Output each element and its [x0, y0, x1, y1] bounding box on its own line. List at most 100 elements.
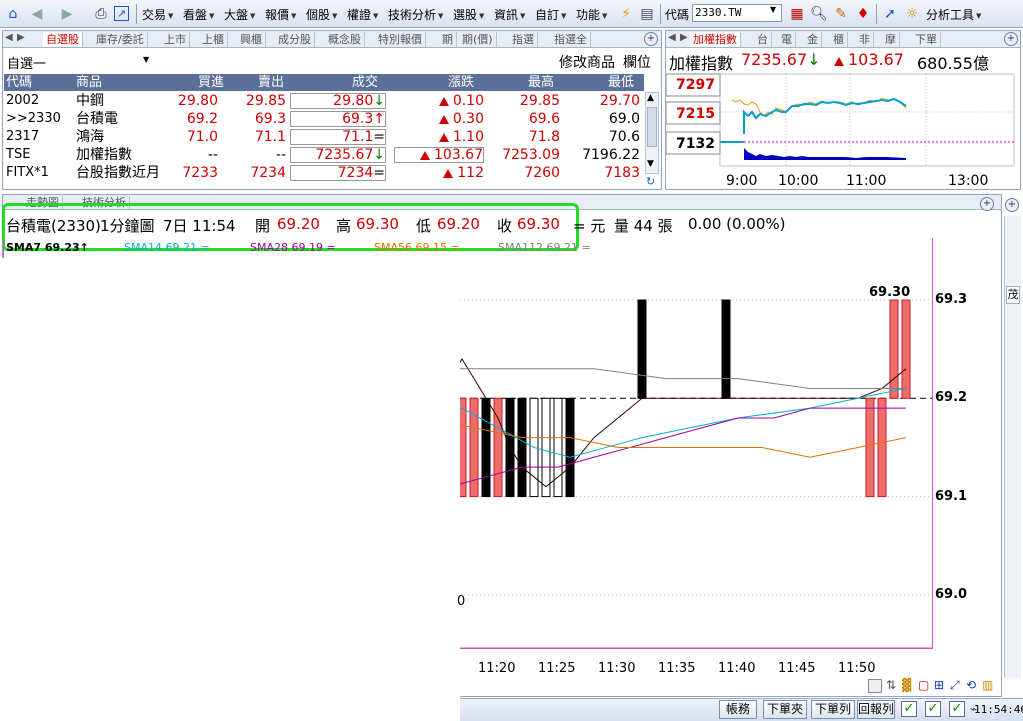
tab-order[interactable]: 下單 — [912, 32, 941, 47]
tab-scroll-right-icon[interactable]: ▶ — [17, 32, 25, 43]
checkbox-3[interactable]: ✓ — [949, 701, 965, 717]
group-name[interactable]: 自選一 — [7, 53, 46, 72]
header-last[interactable]: 成交 — [352, 74, 378, 91]
back-arrow-icon[interactable]: ◀ — [28, 5, 46, 23]
menu-custom[interactable]: 自訂 ▼ — [535, 6, 566, 23]
menu-market[interactable]: 大盤 ▼ — [224, 6, 255, 23]
alert-icon[interactable]: ♦ — [854, 5, 872, 23]
table-row[interactable]: 2317 鴻海 71.0 71.1 71.1= 1.10 71.8 70.6 — [4, 128, 644, 146]
columns-button[interactable]: 欄位 — [623, 52, 651, 72]
expand-icon[interactable]: ⤢ — [950, 678, 960, 693]
tab-emerging[interactable]: 興櫃 — [237, 32, 266, 47]
table-row[interactable]: FITX*1 台股指數近月 7233 7234 7234= 112 7260 7183 — [4, 164, 644, 182]
zoom-in-icon[interactable]: + — [1005, 198, 1019, 212]
printer-icon[interactable]: ⎙ — [92, 5, 110, 23]
home-icon[interactable]: ⌂ — [4, 5, 22, 23]
tab-tw[interactable]: 台 — [754, 32, 772, 47]
lightning-icon[interactable]: ⚡ — [617, 5, 635, 23]
row-ask: 69.3 — [254, 111, 286, 127]
header-change[interactable]: 漲跌 — [448, 74, 474, 91]
chevron-down-icon[interactable]: ▼ — [143, 55, 149, 64]
menu-quote[interactable]: 報價 ▼ — [265, 6, 296, 23]
tab-watchlist[interactable]: 自選股 — [43, 32, 83, 47]
scroll-thumb[interactable] — [647, 107, 657, 147]
tab-electronics[interactable]: 電 — [778, 32, 796, 47]
cursor-icon[interactable]: ➚ — [881, 5, 899, 23]
order-folder-button[interactable]: 下單夾 — [763, 700, 807, 719]
header-bid[interactable]: 買進 — [198, 74, 224, 91]
scroll-box-icon[interactable] — [868, 679, 882, 693]
header-low[interactable]: 最低 — [608, 74, 634, 91]
chevron-down-icon[interactable]: ▼ — [770, 5, 776, 14]
popout-icon[interactable]: ↗ — [114, 6, 129, 21]
candle-bar — [481, 397, 491, 498]
tab-futures-price[interactable]: 期(價) — [459, 32, 497, 47]
undo-icon[interactable]: ⟲ — [966, 678, 976, 692]
menu-function[interactable]: 功能 ▼ — [576, 6, 607, 23]
stock-code-input[interactable]: 2330.TW — [692, 4, 782, 22]
header-ask[interactable]: 賣出 — [258, 74, 284, 91]
note-icon[interactable]: ▤ — [638, 5, 656, 23]
chart-vertical-scrollbar[interactable]: 茂 — [1004, 216, 1021, 678]
tab-finance[interactable]: 金 — [804, 32, 822, 47]
header-code[interactable]: 代碼 — [6, 74, 32, 91]
layout-icon[interactable]: ⊞ — [934, 678, 944, 692]
checkbox-2[interactable]: ✓ — [925, 701, 941, 717]
tab-scroll-left-icon[interactable]: ◀ — [5, 32, 13, 43]
tab-futures[interactable]: 期 — [439, 32, 457, 47]
checkbox-1[interactable]: ✓ — [901, 701, 917, 717]
tab-otc-index[interactable]: 櫃 — [830, 32, 848, 47]
tab-special-quote[interactable]: 特別報價 — [375, 32, 426, 47]
menu-warrant[interactable]: 權證 ▼ — [347, 6, 378, 23]
calculator-icon[interactable]: ▦ — [788, 5, 806, 23]
frame-icon[interactable]: ▢ — [918, 678, 929, 692]
menu-stock[interactable]: 個股 ▼ — [306, 6, 337, 23]
tab-otc[interactable]: 上櫃 — [199, 32, 228, 47]
menu-screener[interactable]: 選股 ▼ — [453, 6, 484, 23]
tab-scroll-left-icon[interactable]: ◀ — [668, 32, 676, 43]
report-bar-button[interactable]: 回報列 — [857, 700, 895, 719]
header-name[interactable]: 商品 — [76, 74, 102, 91]
account-button[interactable]: 帳務 — [719, 700, 757, 719]
analysis-icon[interactable]: ☼ — [903, 5, 921, 23]
refresh-icon[interactable]: ↻ — [646, 175, 655, 188]
tab-index-options-all[interactable]: 指選全 — [551, 32, 591, 47]
menu-trade[interactable]: 交易 ▼ — [142, 6, 173, 23]
row-bid: 7233 — [182, 165, 218, 181]
menu-technical[interactable]: 技術分析 ▼ — [388, 6, 443, 23]
tab-components[interactable]: 成分股 — [275, 32, 315, 47]
order-bar-button[interactable]: 下單列 — [811, 700, 855, 719]
tab-concept[interactable]: 概念股 — [325, 32, 365, 47]
zoom-in-icon[interactable]: + — [980, 197, 994, 211]
candle-bar — [460, 397, 467, 498]
tab-msci[interactable]: 摩 — [882, 32, 900, 47]
row-change: 103.67 — [394, 147, 484, 163]
tools-icon[interactable]: ✎ — [832, 5, 850, 23]
bars-icon[interactable]: ▥ — [982, 678, 993, 692]
zoom-in-icon[interactable]: + — [644, 32, 658, 46]
menu-analysis-tools[interactable]: 分析工具 ▼ — [926, 6, 981, 23]
scroll-thumb[interactable]: 茂 — [1006, 286, 1020, 304]
scroll-up-icon[interactable]: ▲ — [647, 93, 654, 103]
sort-icon[interactable]: ⇅ — [886, 678, 896, 692]
table-row[interactable]: 2002 中鋼 29.80 29.85 29.80↓ 0.10 29.85 29.70 — [4, 92, 644, 110]
chart-icon[interactable]: ▓ — [902, 678, 911, 692]
tab-taiex[interactable]: 加權指數 — [690, 32, 741, 47]
table-row[interactable]: TSE 加權指數 -- -- 7235.67↓ 103.67 7253.09 7196.22 — [4, 146, 644, 164]
tab-inventory[interactable]: 庫存/委託 — [93, 32, 148, 47]
zoom-in-icon[interactable]: + — [1004, 32, 1018, 46]
search-icon[interactable]: 🔍︎ — [810, 5, 828, 23]
tab-scroll-right-icon[interactable]: ▶ — [680, 32, 688, 43]
header-high[interactable]: 最高 — [528, 74, 554, 91]
watchlist-scrollbar[interactable]: ▲ ▼ — [645, 92, 659, 174]
tab-index-options[interactable]: 指選 — [509, 32, 538, 47]
menu-watch[interactable]: 看盤 ▼ — [183, 6, 214, 23]
tab-listed[interactable]: 上市 — [161, 32, 190, 47]
table-row[interactable]: >>2330 台積電 69.2 69.3 69.3↑ 0.30 69.6 69.0 — [4, 110, 644, 128]
forward-arrow-icon[interactable]: ▶ — [58, 5, 76, 23]
row-high: 71.8 — [528, 129, 560, 145]
scroll-down-icon[interactable]: ▼ — [647, 159, 654, 169]
menu-info[interactable]: 資訊 ▼ — [494, 6, 525, 23]
tab-non-electronics[interactable]: 非 — [856, 32, 874, 47]
edit-products-button[interactable]: 修改商品 — [559, 52, 615, 72]
